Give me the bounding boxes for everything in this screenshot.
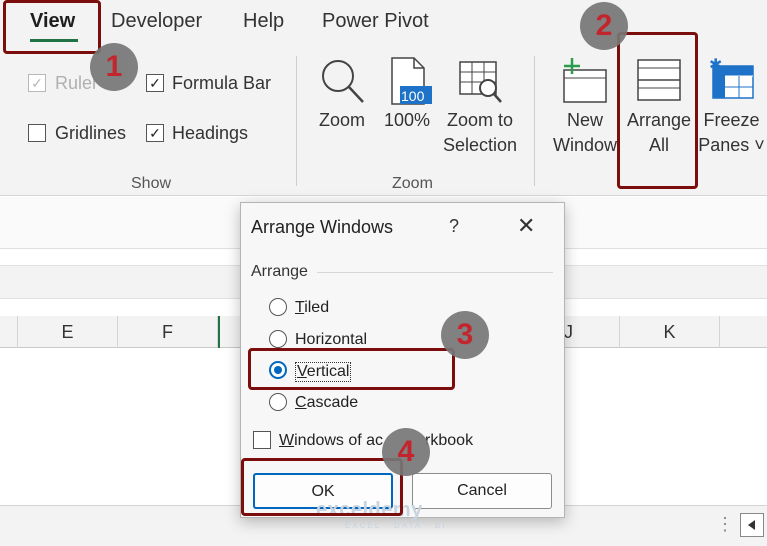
- excel-window: View Developer Help Power Pivot ✓ Ruler …: [0, 0, 767, 546]
- tiled-label[interactable]: Tiled: [295, 299, 329, 317]
- column-header-e[interactable]: E: [18, 316, 118, 348]
- zoom-to-selection-button[interactable]: [456, 58, 504, 106]
- new-window-icon: [563, 58, 607, 103]
- zoom-group-label: Zoom: [392, 175, 433, 192]
- step-badge-4: 4: [382, 428, 430, 476]
- group-divider: [534, 56, 535, 186]
- cancel-button[interactable]: Cancel: [412, 473, 552, 509]
- zoom-100-button[interactable]: 100: [386, 56, 434, 108]
- column-header[interactable]: [720, 316, 767, 348]
- highlight-ok-button: [241, 458, 403, 516]
- ruler-checkbox[interactable]: ✓: [28, 74, 46, 92]
- close-icon[interactable]: ✕: [517, 213, 535, 239]
- zoom-selection-icon: [459, 61, 502, 103]
- svg-text:✱: ✱: [709, 56, 722, 74]
- headings-checkbox[interactable]: ✓: [146, 124, 164, 142]
- headings-label: Headings: [172, 123, 249, 143]
- help-button[interactable]: ?: [449, 216, 459, 237]
- gridlines-label: Gridlines: [55, 123, 127, 143]
- formula-bar-label: Formula Bar: [172, 73, 272, 93]
- highlight-vertical-option: [248, 348, 455, 390]
- show-group-label: Show: [131, 175, 172, 192]
- formula-bar-checkbox[interactable]: ✓: [146, 74, 164, 92]
- scroll-left-button[interactable]: [740, 513, 764, 537]
- new-window-button[interactable]: [558, 56, 612, 108]
- triangle-left-icon: [748, 520, 755, 530]
- windows-of-active-workbook-checkbox[interactable]: [253, 431, 271, 449]
- watermark-tagline: EXCEL · DATA · BI: [345, 521, 447, 530]
- zoom-button[interactable]: [316, 56, 368, 108]
- column-header[interactable]: [0, 316, 18, 348]
- freeze-panes-icon: ✱: [709, 55, 754, 99]
- cascade-label[interactable]: Cascade: [295, 394, 358, 412]
- gridlines-checkbox[interactable]: [28, 124, 46, 142]
- more-options-icon[interactable]: ⋮: [716, 514, 734, 535]
- zoom-label: Zoom: [318, 110, 365, 130]
- step-badge-2: 2: [580, 2, 628, 50]
- magnifier-icon: [322, 60, 364, 103]
- tab-power-pivot[interactable]: Power Pivot: [322, 10, 429, 33]
- column-header-k[interactable]: K: [620, 316, 720, 348]
- step-badge-3: 3: [441, 311, 489, 359]
- freeze-panes-label-2: Panes ˅: [698, 135, 765, 155]
- arrange-section-label: Arrange: [251, 263, 308, 280]
- zoom-to-selection-label-1: Zoom to: [446, 110, 514, 130]
- freeze-panes-label-1: Freeze: [703, 110, 760, 130]
- zoom-100-label: 100%: [383, 110, 431, 130]
- new-window-label-2: Window: [552, 135, 618, 155]
- tab-developer[interactable]: Developer: [111, 10, 202, 33]
- column-header-f[interactable]: F: [118, 316, 218, 348]
- zoom-100-icon-text: 100: [401, 88, 425, 104]
- horizontal-label[interactable]: Horizontal: [295, 331, 367, 349]
- step-badge-1: 1: [90, 43, 138, 91]
- horizontal-radio[interactable]: [269, 330, 287, 348]
- freeze-panes-button[interactable]: ✱: [705, 55, 757, 106]
- windows-of-active-workbook-label[interactable]: Windows of ac rkbook: [279, 432, 473, 450]
- group-divider: [296, 56, 297, 186]
- cascade-radio[interactable]: [269, 393, 287, 411]
- tab-help[interactable]: Help: [243, 10, 284, 33]
- highlight-arrange-all: [617, 32, 698, 189]
- new-window-label-1: New: [566, 110, 603, 130]
- dialog-title: Arrange Windows: [251, 217, 394, 237]
- section-divider: [317, 272, 553, 273]
- highlight-view-tab: [3, 0, 101, 54]
- zoom-to-selection-label-2: Selection: [442, 135, 518, 155]
- tiled-radio[interactable]: [269, 298, 287, 316]
